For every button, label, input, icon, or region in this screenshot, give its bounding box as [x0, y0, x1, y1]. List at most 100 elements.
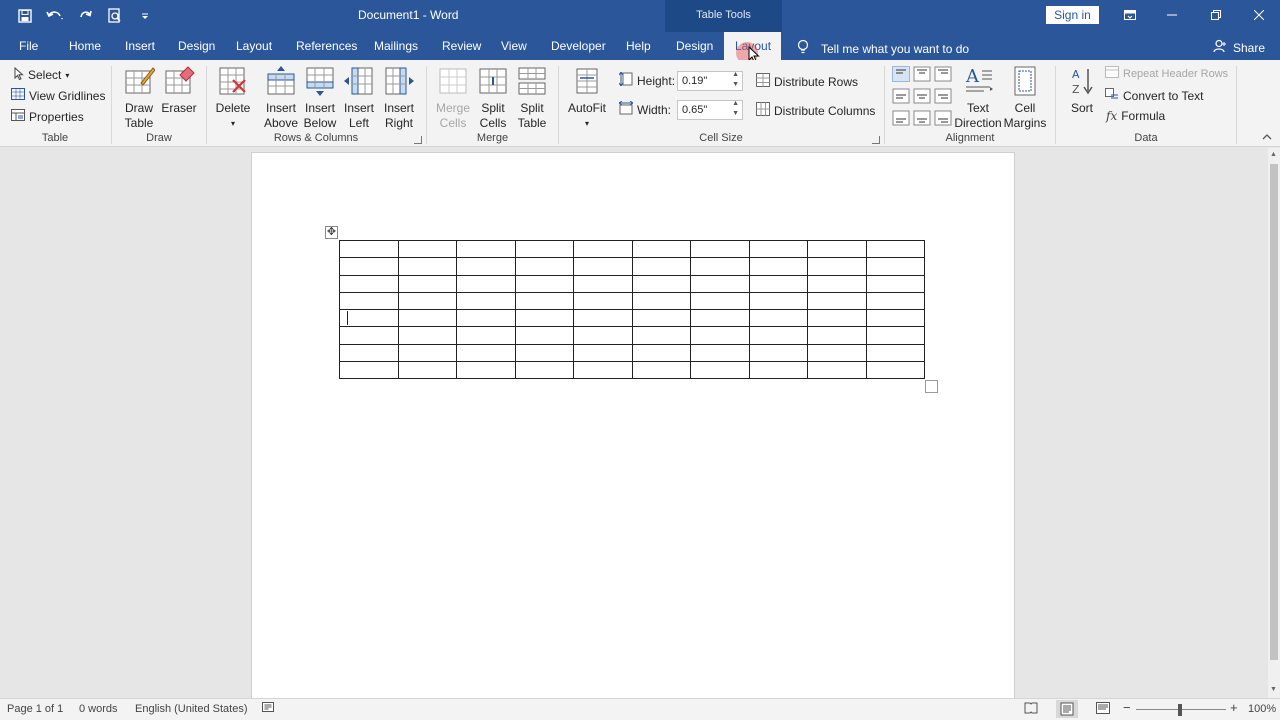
- insert-below-button[interactable]: Insert Below: [301, 65, 339, 131]
- table-cell[interactable]: [339, 274, 399, 293]
- table-cell[interactable]: [514, 257, 574, 276]
- table-cell[interactable]: [865, 361, 925, 380]
- tab-references[interactable]: References: [296, 39, 357, 53]
- dialog-launcher-icon[interactable]: [414, 136, 422, 144]
- table-cell[interactable]: [807, 239, 867, 259]
- table-cell[interactable]: [573, 361, 633, 380]
- tab-help[interactable]: Help: [626, 39, 651, 53]
- align-top-right-icon[interactable]: [934, 66, 952, 82]
- table-cell[interactable]: [690, 326, 750, 345]
- page-count[interactable]: Page 1 of 1: [7, 703, 63, 715]
- tell-me-search[interactable]: Tell me what you want to do: [797, 39, 969, 58]
- eraser-button[interactable]: Eraser: [161, 65, 197, 116]
- table-cell[interactable]: [807, 257, 867, 276]
- view-gridlines-button[interactable]: View Gridlines: [11, 88, 105, 103]
- tab-layout[interactable]: Layout: [236, 39, 272, 53]
- scrollbar-thumb[interactable]: [1270, 164, 1278, 660]
- zoom-out-icon[interactable]: −: [1123, 700, 1131, 715]
- table-cell[interactable]: [573, 274, 633, 293]
- spinner-arrows-icon[interactable]: ▲ ▼: [732, 70, 739, 90]
- table-cell[interactable]: [397, 239, 457, 259]
- customize-qat-icon[interactable]: [134, 6, 156, 26]
- text-direction-button[interactable]: A Text Direction: [954, 65, 1002, 131]
- document-page[interactable]: [251, 152, 1015, 700]
- table-cell[interactable]: [573, 343, 633, 363]
- align-top-left-icon[interactable]: [892, 66, 910, 82]
- table-cell[interactable]: [631, 291, 691, 311]
- table-cell[interactable]: [339, 257, 399, 276]
- table-cell[interactable]: [514, 361, 574, 380]
- macro-recording-icon[interactable]: [262, 702, 276, 717]
- language-status[interactable]: English (United States): [135, 703, 248, 715]
- table-cell[interactable]: [631, 257, 691, 276]
- table-cell[interactable]: [339, 361, 399, 380]
- table-cell[interactable]: [807, 361, 867, 380]
- table-cell[interactable]: [573, 257, 633, 276]
- collapse-ribbon-icon[interactable]: [1262, 132, 1272, 143]
- table-resize-handle[interactable]: [925, 380, 938, 393]
- table-cell[interactable]: [748, 257, 808, 276]
- document-table[interactable]: [339, 239, 925, 380]
- distribute-rows-button[interactable]: Distribute Rows: [756, 73, 858, 90]
- tab-review[interactable]: Review: [442, 39, 481, 53]
- table-cell[interactable]: [807, 343, 867, 363]
- table-cell[interactable]: [865, 274, 925, 293]
- table-cell[interactable]: [514, 239, 574, 259]
- table-cell[interactable]: [865, 239, 925, 259]
- table-cell[interactable]: [397, 309, 457, 328]
- table-cell[interactable]: [397, 343, 457, 363]
- table-cell[interactable]: [690, 343, 750, 363]
- insert-above-button[interactable]: Insert Above: [262, 65, 300, 131]
- width-input[interactable]: 0.65" ▲ ▼: [677, 100, 743, 120]
- align-center-left-icon[interactable]: [892, 88, 910, 104]
- table-cell[interactable]: [514, 326, 574, 345]
- table-cell[interactable]: [514, 291, 574, 311]
- vertical-scrollbar[interactable]: ▲ ▼: [1268, 148, 1280, 700]
- split-table-button[interactable]: Split Table: [513, 65, 551, 131]
- print-layout-icon[interactable]: [1056, 700, 1078, 718]
- tab-insert[interactable]: Insert: [125, 39, 155, 53]
- cell-margins-button[interactable]: Cell Margins: [1003, 65, 1047, 131]
- table-cell[interactable]: [631, 309, 691, 328]
- split-cells-button[interactable]: Split Cells: [474, 65, 512, 131]
- table-cell[interactable]: [456, 326, 516, 345]
- sort-button[interactable]: AZ Sort: [1064, 65, 1100, 116]
- table-cell[interactable]: [690, 291, 750, 311]
- zoom-slider-thumb[interactable]: [1178, 704, 1182, 716]
- table-cell[interactable]: [748, 326, 808, 345]
- table-cell[interactable]: [573, 239, 633, 259]
- tab-table-design[interactable]: Design: [676, 39, 713, 53]
- table-cell[interactable]: [514, 309, 574, 328]
- table-cell[interactable]: [631, 239, 691, 259]
- table-cell[interactable]: [456, 361, 516, 380]
- repeat-header-rows-button[interactable]: Repeat Header Rows: [1105, 66, 1228, 81]
- height-input[interactable]: 0.19" ▲ ▼: [677, 71, 743, 91]
- table-cell[interactable]: [573, 291, 633, 311]
- word-count[interactable]: 0 words: [79, 703, 118, 715]
- table-cell[interactable]: [339, 343, 399, 363]
- table-cell[interactable]: [748, 274, 808, 293]
- ribbon-display-options-icon[interactable]: [1108, 0, 1152, 30]
- formula-button[interactable]: fx Formula: [1106, 109, 1165, 123]
- table-cell[interactable]: [807, 326, 867, 345]
- table-cell[interactable]: [631, 274, 691, 293]
- table-cell[interactable]: [514, 274, 574, 293]
- table-cell[interactable]: [690, 257, 750, 276]
- align-bottom-center-icon[interactable]: [913, 110, 931, 126]
- table-cell[interactable]: [397, 326, 457, 345]
- table-cell[interactable]: [807, 291, 867, 311]
- read-mode-icon[interactable]: [1024, 702, 1038, 717]
- insert-left-button[interactable]: Insert Left: [340, 65, 378, 131]
- align-bottom-left-icon[interactable]: [892, 110, 910, 126]
- table-cell[interactable]: [807, 274, 867, 293]
- table-cell[interactable]: [748, 343, 808, 363]
- table-cell[interactable]: [631, 343, 691, 363]
- table-cell[interactable]: [456, 274, 516, 293]
- redo-icon[interactable]: [74, 6, 96, 26]
- table-move-handle-icon[interactable]: ✥: [325, 226, 338, 239]
- table-cell[interactable]: [865, 343, 925, 363]
- close-icon[interactable]: [1237, 0, 1280, 30]
- undo-icon[interactable]: [44, 6, 66, 26]
- table-cell[interactable]: [397, 361, 457, 380]
- scroll-down-icon[interactable]: ▼: [1270, 686, 1277, 693]
